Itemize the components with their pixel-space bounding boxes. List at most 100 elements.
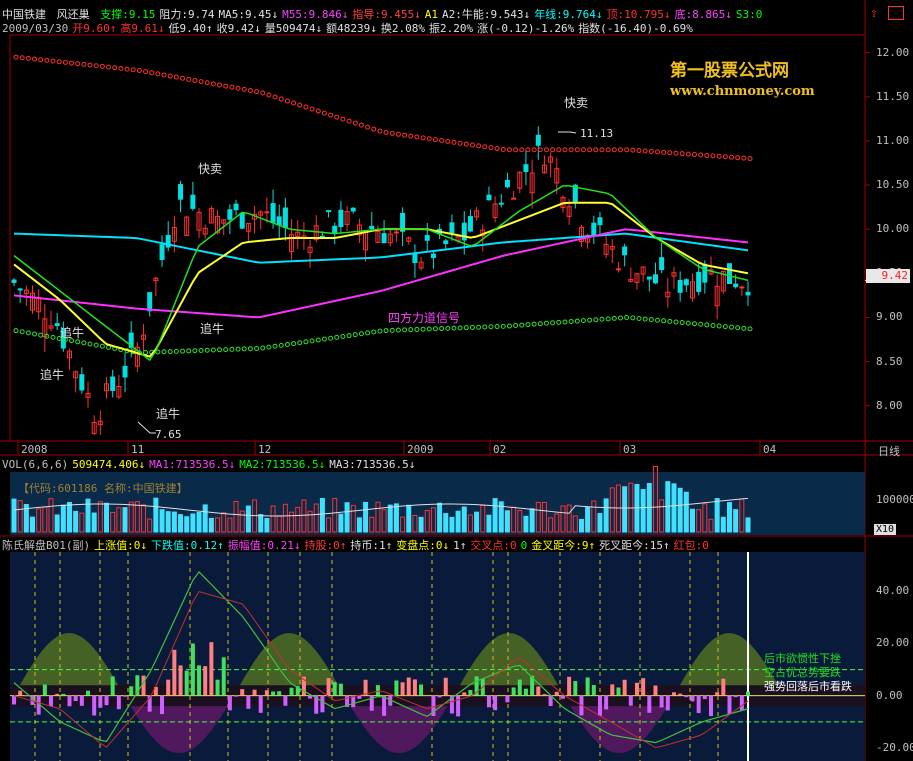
oscillator-bar [283, 695, 288, 706]
oscillator-bar [542, 694, 547, 696]
volume-bar [486, 514, 492, 533]
band-dot [229, 346, 235, 352]
band-dot [328, 112, 334, 118]
oscillator-bar [708, 695, 713, 717]
band-dot [500, 323, 506, 329]
band-dot [482, 144, 488, 150]
volume-bar [153, 497, 159, 533]
oscillator-bar [696, 695, 701, 714]
volume-bar [449, 516, 455, 533]
band-dot [50, 58, 56, 64]
band-dot [62, 59, 68, 65]
volume-bar [363, 501, 369, 533]
volume-bar [344, 502, 350, 533]
volume-bar [190, 513, 196, 533]
band-dot [519, 322, 525, 328]
band-dot [445, 138, 451, 144]
volume-bar [30, 516, 36, 533]
band-dot [217, 82, 223, 88]
candle-body [424, 235, 430, 241]
band-dot [543, 147, 549, 153]
band-dot [93, 342, 99, 348]
oscillator-bar [271, 691, 276, 696]
oscillator-bar [511, 687, 516, 696]
time-tick-label: 02 [493, 443, 507, 456]
candle-body [615, 268, 621, 271]
oscillator-item: 0 [520, 539, 528, 552]
oscillator-bar [227, 695, 232, 711]
volume-bar [603, 498, 609, 533]
band-dot [106, 64, 112, 70]
band-dot [143, 349, 149, 355]
oscillator-item: 变盘点:0↓ [396, 539, 450, 552]
band-dot [710, 322, 716, 328]
oscillator-bar [49, 695, 54, 707]
stock-info: 【代码:601186 名称:中国铁建】 [18, 482, 188, 495]
band-dot [284, 341, 290, 347]
buy-label: 追牛 [156, 407, 181, 421]
band-dot [550, 320, 556, 326]
candle-body [696, 271, 702, 292]
volume-bar [455, 510, 461, 533]
band-dot [173, 348, 179, 354]
band-dot [118, 65, 124, 71]
band-dot [741, 325, 747, 331]
band-dot [340, 333, 346, 339]
candle-body [110, 376, 116, 391]
volume-scale: X10 [874, 524, 897, 535]
band-dot [642, 316, 648, 322]
volume-bar [726, 502, 732, 533]
band-dot [395, 327, 401, 333]
band-dot [587, 317, 593, 323]
band-dot [241, 86, 247, 92]
volume-bar [122, 507, 128, 533]
band-dot [408, 327, 414, 333]
volume-bar [387, 504, 393, 533]
buy-label: 追牛 [200, 322, 225, 336]
band-dot [648, 317, 654, 323]
band-dot [272, 94, 278, 100]
band-dot [463, 325, 469, 331]
band-dot [315, 108, 321, 114]
oscillator-bar [573, 681, 578, 696]
candle-body [511, 197, 517, 200]
oscillator-bar [437, 695, 442, 698]
oscillator-bar [382, 695, 387, 716]
volume-bar [165, 511, 171, 533]
band-dot [383, 328, 389, 334]
oscillator-bar [24, 695, 29, 697]
band-dot [186, 76, 192, 82]
candle-body [702, 263, 708, 283]
oscillator-item: 金叉距今:9↑ [531, 539, 596, 552]
band-dot [556, 319, 562, 325]
volume-bar [356, 517, 362, 533]
volume-bar [264, 518, 270, 533]
band-dot [617, 315, 623, 321]
window-mode-icon[interactable] [888, 6, 904, 20]
band-dot [223, 347, 229, 353]
band-dot [371, 329, 377, 335]
band-dot [451, 325, 457, 331]
band-dot [81, 61, 87, 67]
alarm-icon[interactable]: ⇧ [870, 6, 878, 21]
candle-body [523, 164, 529, 172]
volume-bar [578, 518, 584, 533]
oscillator-bar [597, 695, 602, 716]
band-dot [667, 318, 673, 324]
volume-bar [640, 489, 646, 533]
band-dot [568, 319, 574, 325]
oscillator-bar [18, 690, 23, 696]
band-dot [556, 147, 562, 153]
band-dot [469, 142, 475, 148]
band-dot [562, 147, 568, 153]
band-dot [303, 104, 309, 110]
oscillator-bar [622, 679, 627, 696]
oscillator-bar [234, 695, 239, 697]
buy-label: 追牛 [60, 326, 85, 340]
band-dot [716, 323, 722, 329]
band-dot [223, 83, 229, 89]
candle-body [622, 246, 628, 256]
band-dot [630, 147, 636, 153]
oscillator-bar [616, 687, 621, 696]
band-dot [19, 329, 25, 335]
